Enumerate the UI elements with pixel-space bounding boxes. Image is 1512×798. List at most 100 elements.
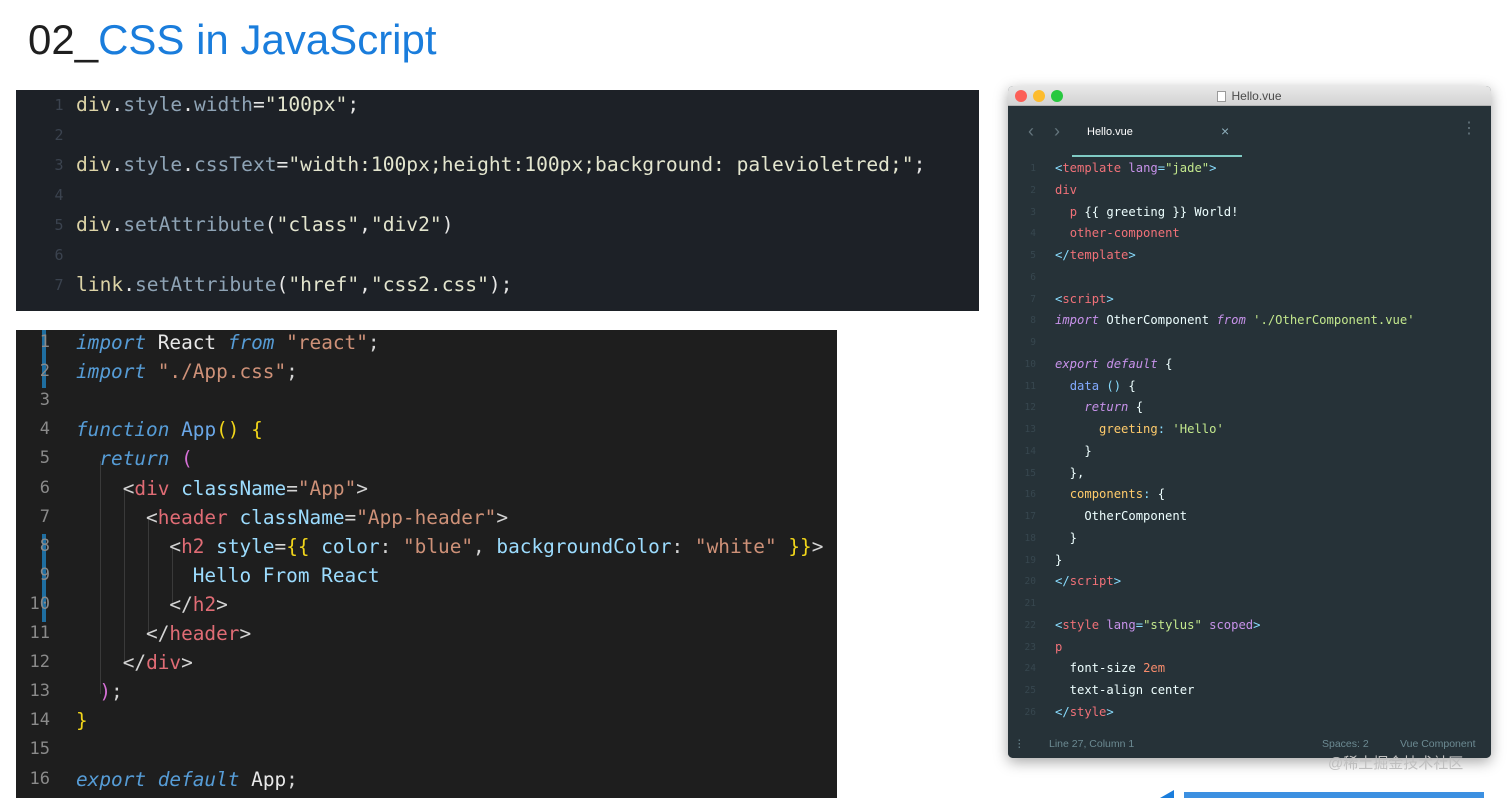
line-number: 2	[39, 361, 50, 382]
line-number: 8	[39, 535, 50, 556]
code-token: h2	[181, 534, 205, 558]
line-number: 23	[1024, 641, 1036, 653]
code-token: {{ greeting }} World!	[1077, 204, 1239, 219]
code-line: 7 <header className="App-header">	[16, 503, 837, 532]
line-number: 3	[1030, 206, 1036, 218]
code-token: style	[216, 534, 275, 558]
line-number: 7	[1030, 293, 1036, 305]
code-token: >	[1209, 161, 1217, 175]
line-number: 4	[1030, 228, 1036, 240]
line-number: 20	[1024, 576, 1036, 588]
code-text: other-component	[1055, 223, 1180, 245]
code-token: =	[276, 153, 289, 176]
code-text: <script>	[1055, 289, 1114, 311]
code-text: greeting: 'Hello'	[1055, 419, 1224, 441]
line-number: 21	[1024, 598, 1036, 609]
line-number: 3	[39, 390, 50, 411]
code-line: 23 p	[1008, 637, 1491, 659]
tab-hello-vue[interactable]: Hello.vue	[1087, 124, 1133, 140]
code-line: 16 components: {	[1008, 484, 1491, 506]
code-token: other-component	[1069, 226, 1180, 241]
code-line: 14}	[16, 706, 837, 735]
code-token: backgroundColor	[496, 534, 672, 558]
code-token: =	[286, 476, 298, 500]
code-token: >	[1113, 574, 1122, 589]
code-line: 6	[1008, 267, 1491, 289]
code-token: components	[1069, 487, 1144, 502]
code-token: >	[239, 622, 252, 645]
code-token: ;	[367, 331, 380, 354]
line-number: 26	[1024, 706, 1036, 718]
code-token: )	[441, 213, 454, 236]
code-text: return {	[1055, 397, 1143, 419]
line-number: 6	[39, 477, 50, 498]
code-line: 5 return (	[16, 444, 837, 473]
line-number: 24	[1024, 663, 1036, 675]
close-tab-icon[interactable]: ×	[1221, 122, 1229, 140]
code-token: :	[1157, 422, 1166, 436]
code-text: <div className="App">	[76, 474, 368, 503]
code-text: text-align center	[1055, 680, 1195, 702]
line-number: 22	[1024, 619, 1036, 631]
code-token: >	[1253, 617, 1261, 632]
cursor-position[interactable]: Line 27, Column 1	[1049, 730, 1134, 758]
code-text: div.setAttribute("class","div2")	[76, 210, 454, 240]
code-token: </	[1055, 248, 1070, 262]
code-line: 7 <script>	[1008, 289, 1491, 311]
code-token: style	[123, 153, 183, 176]
code-text: <template lang="jade">	[1055, 158, 1216, 180]
line-number: 14	[1024, 445, 1036, 457]
status-menu-icon[interactable]: ⋮	[1014, 730, 1025, 758]
line-number: 16	[29, 768, 50, 789]
code-token: greeting	[1099, 422, 1158, 436]
code-token: template	[1069, 248, 1129, 262]
line-number: 16	[1024, 489, 1036, 501]
code-token: }	[76, 709, 88, 733]
code-text: </style>	[1055, 702, 1114, 724]
code-token: </	[1055, 574, 1070, 589]
code-text: data () {	[1055, 376, 1136, 398]
code-line: 6	[16, 240, 979, 270]
code-line: 2 div	[1008, 180, 1491, 202]
code-token: "100px"	[264, 93, 348, 116]
code-token: ;	[111, 680, 123, 704]
code-token: {{	[286, 534, 310, 558]
code-token: },	[1055, 465, 1085, 480]
line-number: 1	[1030, 163, 1036, 174]
code-token: (	[181, 447, 193, 471]
editor-code-area[interactable]: 1 <template lang="jade"> 2 div 3 p {{ greeti…	[1008, 158, 1491, 728]
code-line: 17 OtherComponent	[1008, 506, 1491, 528]
code-token: ;	[286, 360, 298, 384]
line-number: 1	[39, 332, 50, 352]
code-token: "white"	[694, 534, 777, 558]
code-token: >	[1106, 291, 1114, 306]
code-text: div	[1055, 180, 1077, 202]
code-token: }	[1055, 443, 1092, 458]
code-token: from	[1216, 313, 1246, 328]
code-panel-dom-style: 1 div.style.width="100px"; 2 3 div.style.css…	[16, 90, 979, 311]
code-token: {	[251, 418, 263, 442]
code-text: components: {	[1055, 484, 1165, 506]
chevron-right-icon[interactable]: ›	[1054, 122, 1060, 140]
more-vertical-icon[interactable]: ⋮	[1461, 120, 1477, 138]
chevron-left-icon[interactable]: ‹	[1028, 122, 1034, 140]
window-title: Hello.vue	[1008, 86, 1491, 106]
line-number: 3	[54, 156, 64, 174]
file-icon	[1217, 91, 1227, 102]
code-token: </	[169, 592, 193, 616]
code-token: ;	[347, 93, 360, 116]
slide-title-text: CSS in JavaScript	[98, 16, 437, 63]
code-text: <h2 style={{ color: "blue", backgroundCo…	[76, 532, 823, 561]
code-token: </	[122, 651, 147, 675]
code-token: >	[216, 592, 228, 616]
code-token: h2	[192, 592, 217, 616]
watermark: @稀土掘金技术社区	[1328, 755, 1464, 772]
code-token: style	[1069, 704, 1107, 719]
